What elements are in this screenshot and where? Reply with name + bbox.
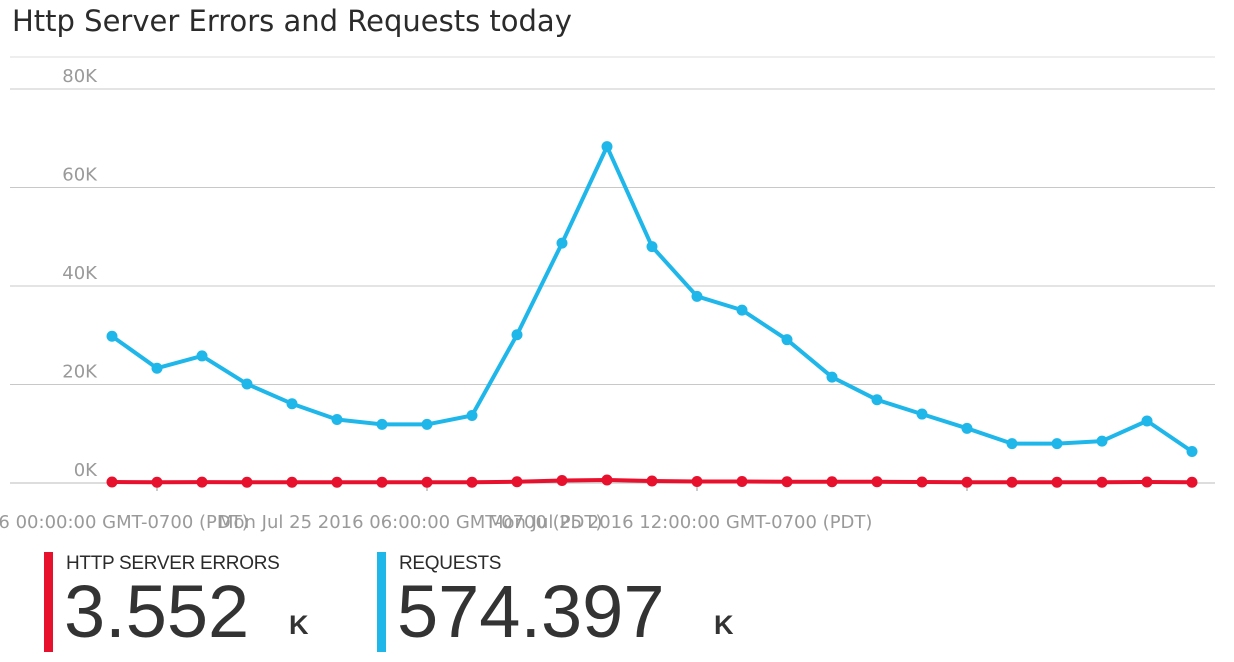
data-point-errors[interactable] [1051, 476, 1063, 488]
metric-errors-color-bar [44, 552, 53, 652]
data-point-requests[interactable] [871, 394, 883, 406]
data-point-requests[interactable] [691, 290, 703, 302]
data-point-requests[interactable] [1051, 438, 1063, 450]
data-point-errors[interactable] [781, 476, 793, 488]
data-point-requests[interactable] [421, 418, 433, 430]
x-tick-label: Mon Jul 25 2016 12:00:00 GMT-0700 (PDT) [488, 512, 872, 533]
data-point-requests[interactable] [1096, 435, 1108, 447]
data-point-requests[interactable] [646, 241, 658, 253]
data-point-errors[interactable] [736, 476, 748, 488]
line-chart: 0K 20K 40K 60K 80K Jul 25 2016 00:00:00 GMT-… [0, 56, 1215, 533]
metric-errors-unit: K [289, 610, 309, 640]
data-point-requests[interactable] [1186, 445, 1198, 457]
data-point-requests[interactable] [601, 141, 613, 153]
y-tick-label: 80K [62, 66, 98, 87]
data-point-errors[interactable] [601, 474, 613, 486]
y-tick-label: 60K [62, 165, 98, 186]
data-point-errors[interactable] [466, 476, 478, 488]
data-point-requests[interactable] [376, 418, 388, 430]
series-line-requests [110, 144, 1194, 454]
data-point-requests[interactable] [916, 408, 928, 420]
data-point-requests[interactable] [736, 304, 748, 316]
data-point-errors[interactable] [646, 475, 658, 487]
y-axis-ticks: 0K 20K 40K 60K 80K [62, 66, 98, 481]
data-point-requests[interactable] [826, 371, 838, 383]
data-point-requests[interactable] [106, 330, 118, 342]
grid-lines [10, 56, 1215, 484]
data-point-errors[interactable] [331, 476, 343, 488]
data-point-errors[interactable] [421, 476, 433, 488]
data-point-errors[interactable] [511, 476, 523, 488]
data-point-errors[interactable] [241, 476, 253, 488]
metric-requests-value: 574.397 [397, 570, 665, 653]
data-point-requests[interactable] [1141, 415, 1153, 427]
data-point-requests[interactable] [466, 410, 478, 422]
data-point-errors[interactable] [1186, 476, 1198, 488]
data-point-requests[interactable] [556, 237, 568, 249]
data-point-requests[interactable] [151, 362, 163, 374]
metric-errors-value: 3.552 [64, 570, 250, 653]
data-point-errors[interactable] [691, 476, 703, 488]
data-point-errors[interactable] [1006, 476, 1018, 488]
x-axis: Jul 25 2016 00:00:00 GMT-0700 (PDT) Mon J… [0, 482, 1215, 533]
data-point-errors[interactable] [151, 476, 163, 488]
data-point-errors[interactable] [1096, 476, 1108, 488]
metric-requests: REQUESTS 574.397 K [377, 552, 777, 656]
data-point-requests[interactable] [241, 378, 253, 390]
data-point-errors[interactable] [196, 476, 208, 488]
metric-errors: HTTP SERVER ERRORS 3.552 K [44, 552, 344, 656]
data-point-errors[interactable] [871, 476, 883, 488]
data-point-requests[interactable] [331, 413, 343, 425]
points-layer [106, 141, 1198, 488]
data-point-errors[interactable] [376, 476, 388, 488]
data-point-errors[interactable] [826, 476, 838, 488]
data-point-requests[interactable] [961, 422, 973, 434]
x-tick-label: Jul 25 2016 00:00:00 GMT-0700 (PDT) [0, 512, 249, 533]
y-tick-label: 40K [62, 263, 98, 284]
data-point-requests[interactable] [1006, 438, 1018, 450]
data-point-requests[interactable] [781, 334, 793, 346]
data-point-errors[interactable] [106, 476, 118, 488]
metric-requests-color-bar [377, 552, 386, 652]
y-tick-label: 20K [62, 362, 98, 383]
data-point-errors[interactable] [1141, 476, 1153, 488]
data-point-requests[interactable] [196, 350, 208, 362]
data-point-errors[interactable] [961, 476, 973, 488]
data-point-requests[interactable] [511, 329, 523, 341]
metric-requests-unit: K [714, 610, 734, 640]
data-point-requests[interactable] [286, 398, 298, 410]
y-tick-label: 0K [74, 460, 98, 481]
data-point-errors[interactable] [556, 475, 568, 487]
data-point-errors[interactable] [916, 476, 928, 488]
data-point-errors[interactable] [286, 476, 298, 488]
series-layer [110, 144, 1194, 485]
